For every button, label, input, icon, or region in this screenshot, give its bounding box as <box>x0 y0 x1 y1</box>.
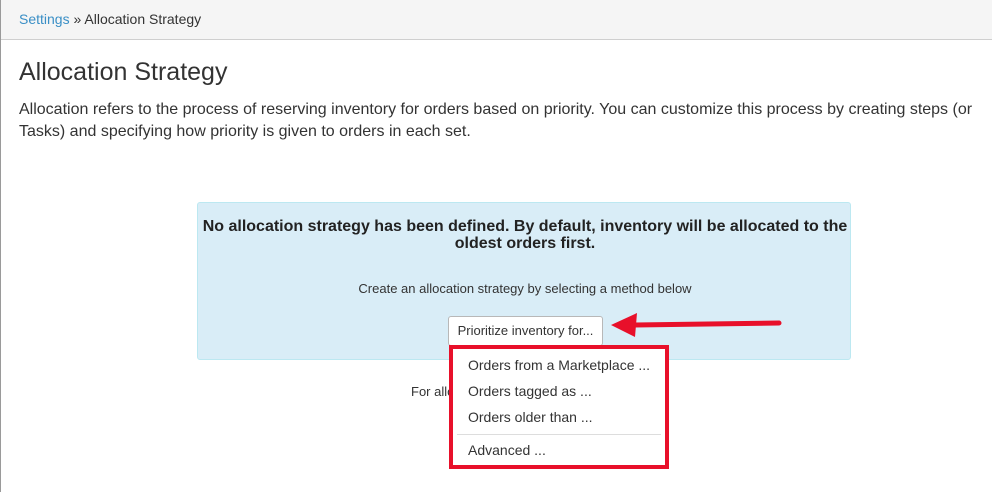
page: Settings » Allocation Strategy Allocatio… <box>0 0 992 492</box>
prioritize-inventory-button[interactable]: Prioritize inventory for... <box>448 316 603 346</box>
prioritize-dropdown-menu: Orders from a Marketplace ... Orders tag… <box>449 345 669 469</box>
menu-item-advanced[interactable]: Advanced ... <box>468 442 546 458</box>
breadcrumb-current: Allocation Strategy <box>84 11 202 27</box>
alert-heading: No allocation strategy has been defined.… <box>202 218 848 252</box>
footer-text: For allo <box>411 384 455 399</box>
page-title: Allocation Strategy <box>19 58 228 86</box>
breadcrumb-link-settings[interactable]: Settings <box>19 11 70 27</box>
menu-item-marketplace[interactable]: Orders from a Marketplace ... <box>468 357 650 373</box>
red-arrow-annotation-icon <box>611 313 782 337</box>
page-description: Allocation refers to the process of rese… <box>19 101 973 140</box>
breadcrumb-separator: » <box>73 11 82 27</box>
menu-item-tagged[interactable]: Orders tagged as ... <box>468 383 592 399</box>
breadcrumb: Settings » Allocation Strategy <box>1 0 992 40</box>
menu-divider <box>457 434 661 435</box>
menu-item-older-than[interactable]: Orders older than ... <box>468 409 593 425</box>
alert-subtext: Create an allocation strategy by selecti… <box>358 281 692 296</box>
